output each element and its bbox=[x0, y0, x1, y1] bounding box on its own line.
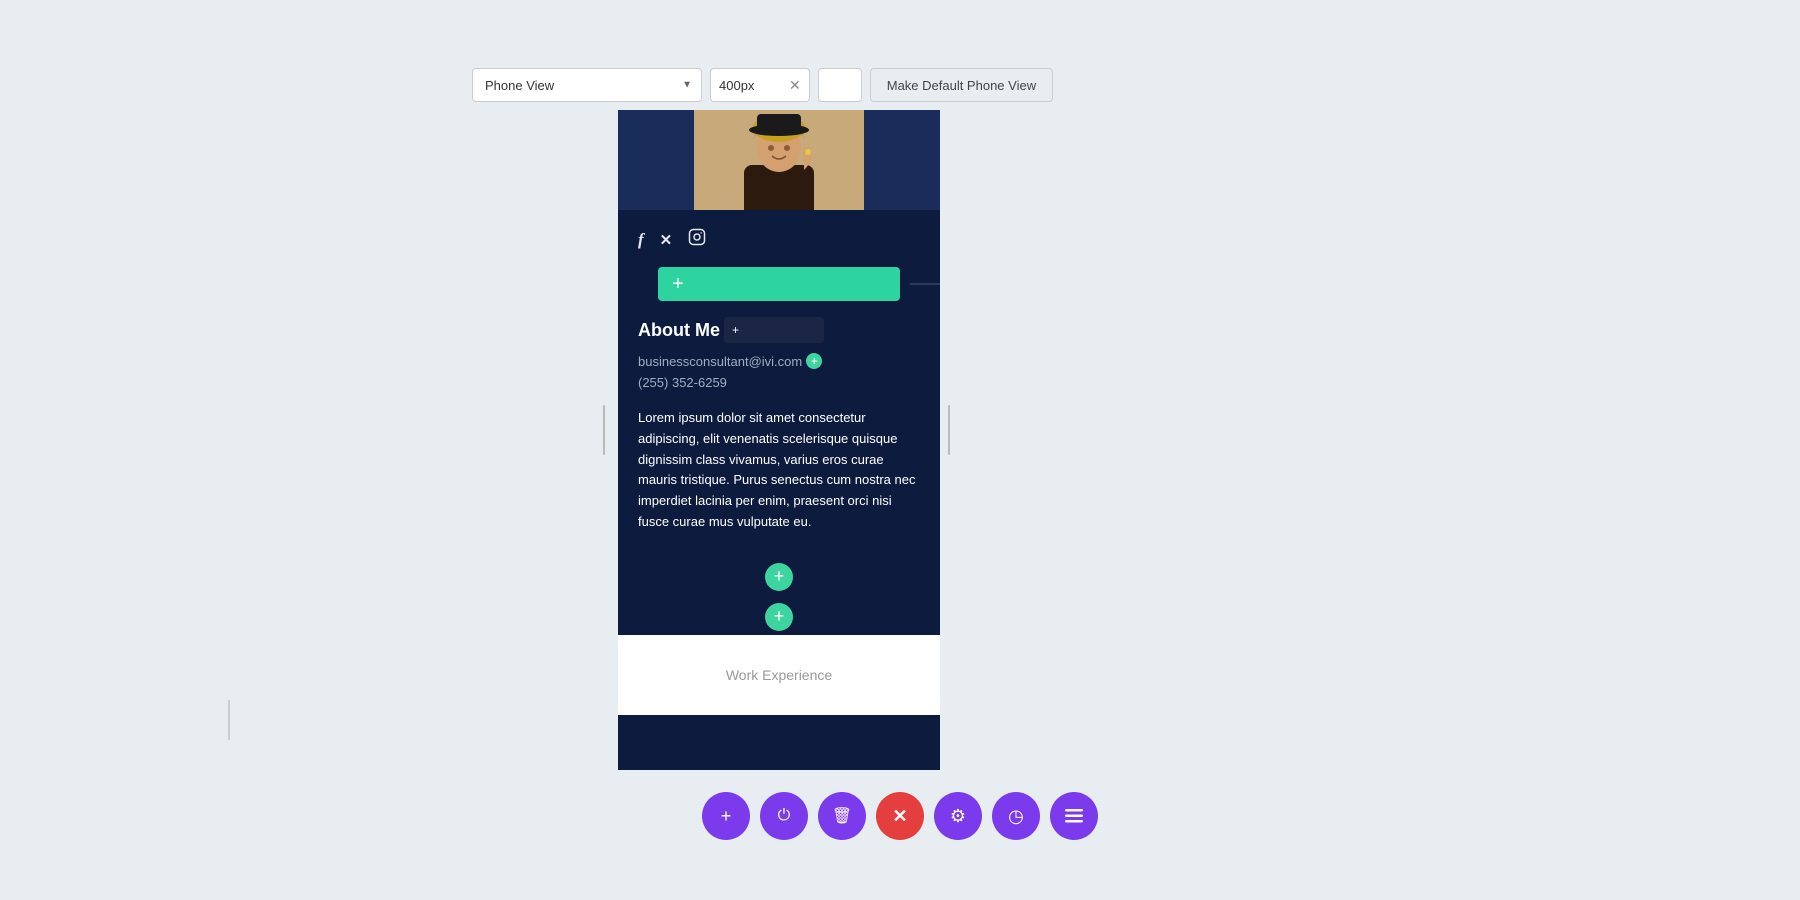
twitter-x-icon[interactable]: ✕ bbox=[660, 231, 673, 249]
bottom-trash-button[interactable]: 🗑 bbox=[818, 792, 866, 840]
bottom-power-icon: ⏻ bbox=[778, 807, 791, 825]
add-block-button[interactable]: + bbox=[658, 267, 900, 301]
px-clear-button[interactable]: ✕ bbox=[781, 69, 809, 101]
section-divider: + bbox=[618, 599, 940, 635]
bottom-toolbar: + ⏻ 🗑 ✕ ⚙ ◷ bbox=[702, 792, 1098, 840]
email-add-button[interactable]: + bbox=[806, 353, 822, 369]
contact-phone: (255) 352-6259 bbox=[638, 375, 920, 390]
instagram-icon[interactable] bbox=[688, 228, 706, 251]
work-exp-label: Work Experience bbox=[726, 667, 832, 683]
page-indicator-left bbox=[228, 700, 230, 740]
phone-preview: f ✕ + About Me + bbox=[618, 110, 940, 770]
bottom-settings-button[interactable]: ⚙ bbox=[934, 792, 982, 840]
view-select[interactable]: Phone View Tablet View Desktop View bbox=[472, 68, 702, 102]
toolbar: Phone View Tablet View Desktop View ▼ ✕ … bbox=[472, 68, 1053, 102]
center-add-container: + bbox=[618, 549, 940, 599]
bottom-power-button[interactable]: ⏻ bbox=[760, 792, 808, 840]
handle-line-left bbox=[603, 405, 605, 455]
handle-line-right bbox=[948, 405, 950, 455]
about-title: About Me bbox=[638, 320, 720, 341]
bottom-trash-icon: 🗑 bbox=[832, 806, 852, 826]
about-title-wrap: About Me + bbox=[638, 317, 920, 343]
bottom-settings-icon: ⚙ bbox=[950, 806, 966, 827]
bottom-clock-button[interactable]: ◷ bbox=[992, 792, 1040, 840]
right-drag-handle[interactable] bbox=[945, 400, 953, 460]
contact-email: businessconsultant@ivi.com + bbox=[638, 353, 920, 369]
overlay-plus: + bbox=[732, 323, 739, 337]
add-block-icon: + bbox=[672, 273, 684, 296]
left-drag-handle[interactable] bbox=[600, 400, 608, 460]
px-input[interactable] bbox=[711, 72, 781, 99]
bottom-close-icon: ✕ bbox=[892, 806, 907, 827]
px-input-wrap: ✕ bbox=[710, 68, 810, 102]
social-icons-row: f ✕ bbox=[618, 210, 940, 261]
center-add-button[interactable]: + bbox=[765, 563, 793, 591]
bottom-add-icon: + bbox=[721, 806, 732, 827]
make-default-button[interactable]: Make Default Phone View bbox=[870, 68, 1053, 102]
profile-image-area bbox=[618, 110, 940, 210]
about-title-overlay: + bbox=[724, 317, 824, 343]
section-divider-add-button[interactable]: + bbox=[765, 603, 793, 631]
bottom-add-button[interactable]: + bbox=[702, 792, 750, 840]
facebook-icon[interactable]: f bbox=[638, 230, 644, 250]
add-block-line bbox=[910, 284, 940, 285]
bottom-bars-button[interactable] bbox=[1050, 792, 1098, 840]
person-illustration bbox=[694, 110, 864, 210]
lorem-text: Lorem ipsum dolor sit amet consectetur a… bbox=[638, 408, 920, 533]
view-select-wrap: Phone View Tablet View Desktop View ▼ bbox=[472, 68, 702, 102]
px-extra-input bbox=[818, 68, 862, 102]
about-section: About Me + businessconsultant@ivi.com + … bbox=[618, 307, 940, 549]
bottom-close-button[interactable]: ✕ bbox=[876, 792, 924, 840]
add-block-container: + bbox=[638, 267, 920, 301]
bottom-bars-icon bbox=[1065, 809, 1083, 823]
profile-image bbox=[694, 110, 864, 210]
phone-text: (255) 352-6259 bbox=[638, 375, 727, 390]
bottom-clock-icon: ◷ bbox=[1008, 806, 1024, 827]
email-text: businessconsultant@ivi.com bbox=[638, 354, 802, 369]
white-section: Work Experience bbox=[618, 635, 940, 715]
